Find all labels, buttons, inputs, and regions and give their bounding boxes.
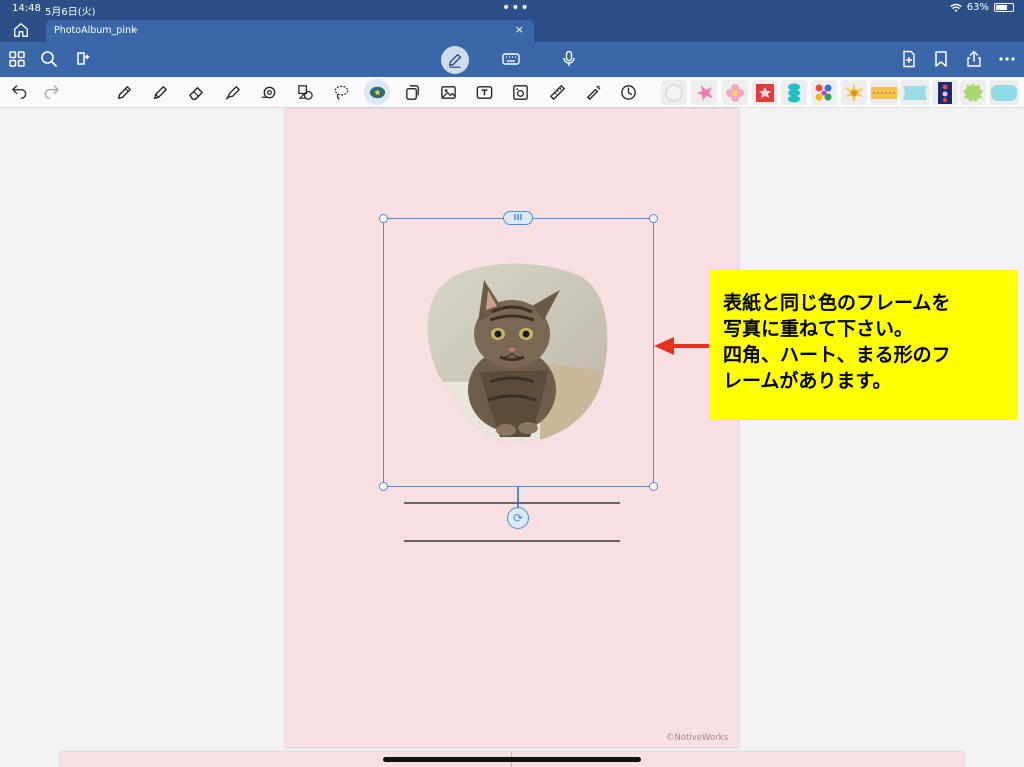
resize-handle-top-left[interactable] xyxy=(379,214,388,223)
add-page-icon[interactable] xyxy=(898,48,920,70)
app-toolbar xyxy=(0,42,1024,77)
elements-tool-icon[interactable] xyxy=(294,81,316,103)
share-icon[interactable] xyxy=(963,48,985,70)
sticker-cyan-ribbon[interactable] xyxy=(900,80,930,105)
status-right: 63% xyxy=(950,2,1014,13)
keyboard-icon[interactable] xyxy=(500,48,522,70)
image-tool-icon[interactable] xyxy=(437,81,459,103)
copyright-text: ©NotiveWorks xyxy=(666,733,728,743)
move-handle[interactable]: III xyxy=(503,211,533,225)
sticker-pink-splash[interactable] xyxy=(691,80,717,105)
multitasking-dots-icon[interactable]: ••• xyxy=(502,0,530,16)
sticker-green-badge[interactable] xyxy=(960,80,986,105)
resize-handle-top-right[interactable] xyxy=(649,214,658,223)
status-time: 14:48 xyxy=(12,3,41,14)
lasso-sparkle-icon[interactable] xyxy=(72,48,94,70)
sticker-patterned-strip[interactable] xyxy=(932,80,958,105)
tab-title: PhotoAlbum_pink xyxy=(54,25,137,36)
pen-mode-icon[interactable] xyxy=(441,46,469,74)
lasso-tool-icon[interactable] xyxy=(330,81,352,103)
arrow-left-icon xyxy=(654,337,712,355)
callout-line-4: レームがあります。 xyxy=(723,370,892,392)
selection-box[interactable] xyxy=(383,218,654,487)
ruler-tool-icon[interactable] xyxy=(546,81,568,103)
microphone-icon[interactable] xyxy=(558,48,580,70)
grid-icon[interactable] xyxy=(6,48,28,70)
callout-line-2: 写真に重ねて下さい。 xyxy=(723,318,914,340)
battery-icon xyxy=(994,3,1014,12)
status-bar: 14:48 5月6日(火) ••• 63% xyxy=(0,0,1024,18)
search-icon[interactable] xyxy=(38,48,60,70)
tab-bar: PhotoAlbum_pink ⌄ × xyxy=(0,18,1024,42)
instruction-callout: 表紙と同じ色のフレームを 写真に重ねて下さい。 四角、ハート、まる形のフ レーム… xyxy=(709,270,1018,420)
chevron-down-icon[interactable]: ⌄ xyxy=(132,24,140,34)
timer-tool-icon[interactable] xyxy=(617,81,639,103)
sticker-cyan-rounded[interactable] xyxy=(989,80,1019,105)
sticker-tool-icon[interactable] xyxy=(364,79,390,105)
highlighter-tool-icon[interactable] xyxy=(221,81,243,103)
redo-icon[interactable] xyxy=(40,81,62,103)
pencil-tool-icon[interactable] xyxy=(149,81,171,103)
resize-handle-bottom-left[interactable] xyxy=(379,482,388,491)
pen-tool-icon[interactable] xyxy=(113,81,135,103)
home-indicator[interactable] xyxy=(383,757,641,762)
camera-tool-icon[interactable] xyxy=(509,81,531,103)
sticker-colorful-flowers[interactable] xyxy=(811,80,837,105)
resize-handle-bottom-right[interactable] xyxy=(649,482,658,491)
caption-line-1 xyxy=(404,502,620,504)
rotation-stem xyxy=(517,487,519,507)
undo-icon[interactable] xyxy=(8,81,30,103)
tools-row xyxy=(0,77,1024,108)
laser-pointer-icon[interactable] xyxy=(582,81,604,103)
callout-line-3: 四角、ハート、まる形のフ xyxy=(723,344,951,366)
sticker-tape[interactable] xyxy=(870,80,898,105)
status-date: 5月6日(火) xyxy=(45,7,96,18)
text-tool-icon[interactable] xyxy=(473,81,495,103)
more-icon[interactable] xyxy=(996,48,1018,70)
bookmark-icon[interactable] xyxy=(930,48,952,70)
sticker-red-frame[interactable] xyxy=(752,80,778,105)
caption-line-2 xyxy=(404,540,620,542)
home-icon[interactable] xyxy=(12,21,32,39)
sticker-blank[interactable] xyxy=(661,80,687,105)
eraser-tool-icon[interactable] xyxy=(185,81,207,103)
callout-line-1: 表紙と同じ色のフレームを xyxy=(723,292,951,314)
shape-tool-icon[interactable] xyxy=(257,81,279,103)
close-icon[interactable]: × xyxy=(515,23,524,36)
wifi-icon xyxy=(950,3,962,12)
battery-percent: 63% xyxy=(966,2,989,13)
sticker-sunburst[interactable] xyxy=(841,80,867,105)
sticker-cyan-blob[interactable] xyxy=(781,80,807,105)
sticker-flower[interactable] xyxy=(722,80,748,105)
rotate-icon[interactable]: ⟳ xyxy=(507,507,529,529)
tab-photoalbum[interactable]: PhotoAlbum_pink ⌄ × xyxy=(46,20,534,42)
copy-tool-icon[interactable] xyxy=(401,81,423,103)
